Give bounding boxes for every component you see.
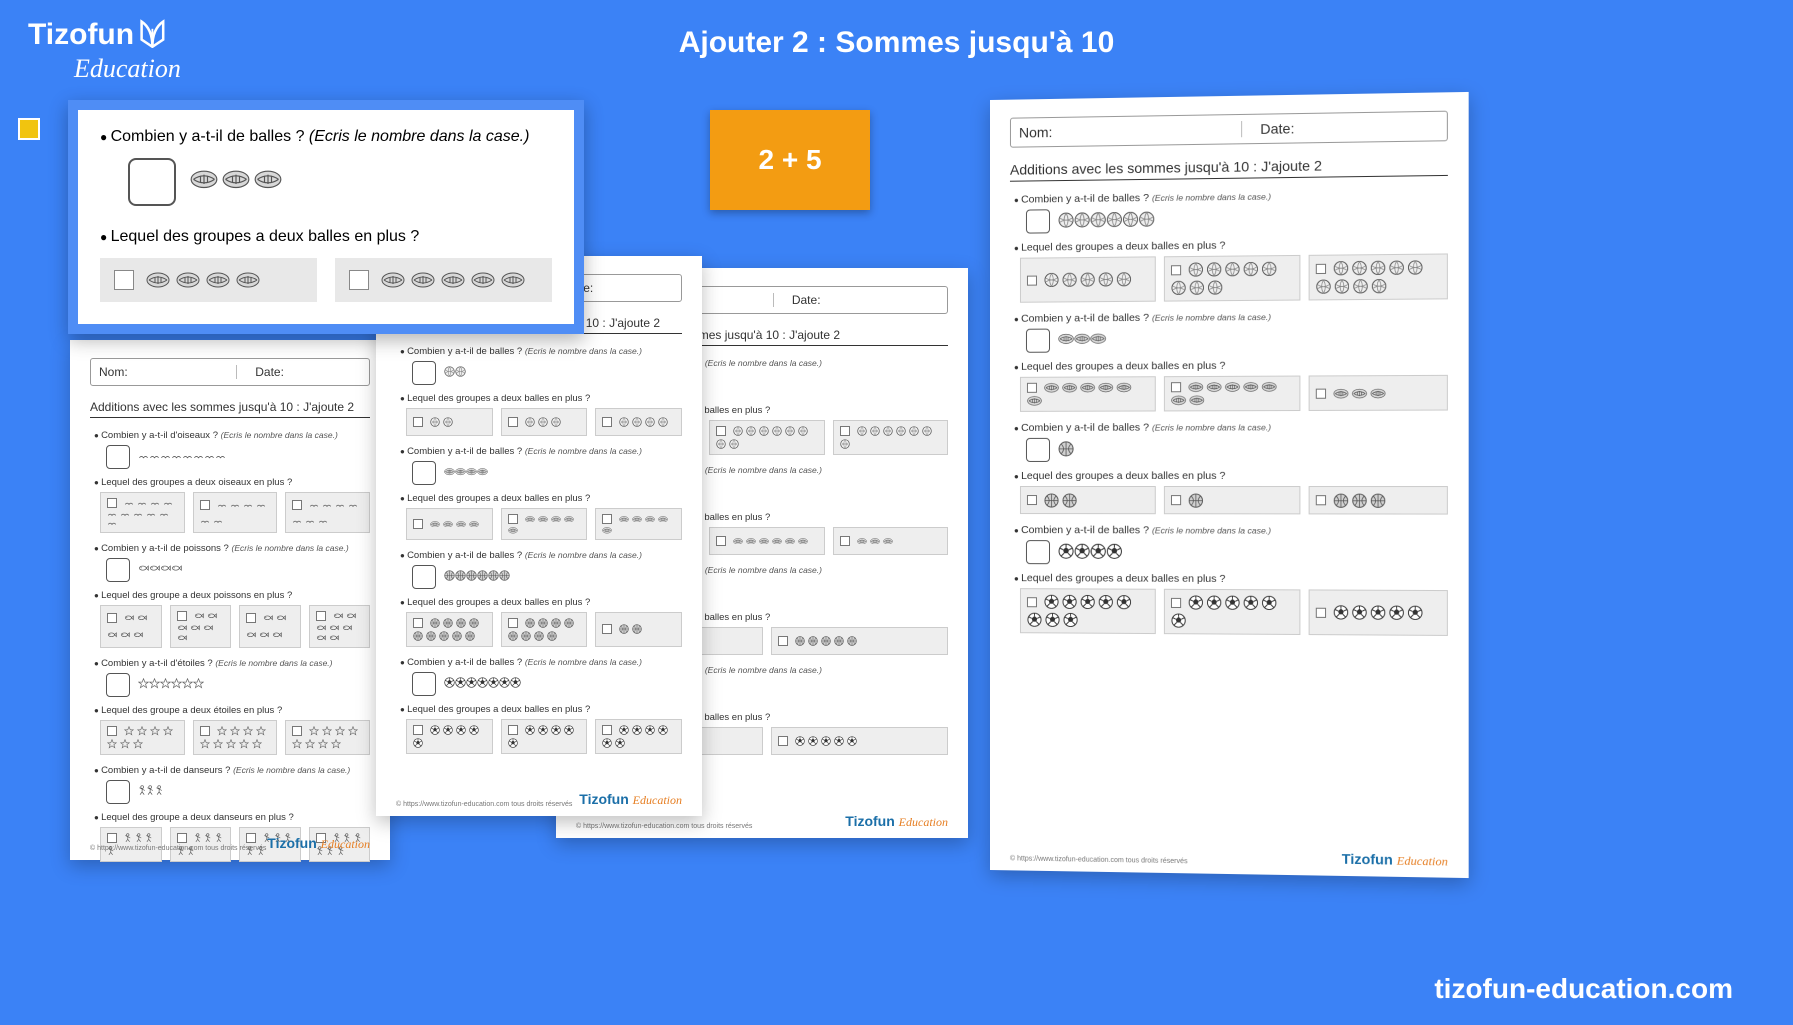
callout-groups (100, 258, 552, 302)
equation-card: 2 + 5 (710, 110, 870, 210)
callout-q1: Combien y a-t-il de balles ? (Ecris le n… (100, 128, 552, 146)
worksheet-2: Nom: Date: Additions avec les sommes jus… (376, 256, 702, 816)
brand-name: Tizofun (28, 18, 134, 51)
callout-q2: Lequel des groupes a deux balles en plus… (100, 228, 552, 246)
page-title: Ajouter 2 : Sommes jusqu'à 10 (679, 26, 1115, 60)
brand-sub: Education (74, 55, 181, 82)
site-url: tizofun-education.com (1434, 973, 1733, 1005)
answer-box[interactable] (128, 158, 176, 206)
yellow-marker (18, 118, 40, 140)
worksheet-4: Nom: Date: Additions avec les sommes jus… (990, 92, 1469, 878)
football-icons (190, 170, 286, 194)
zoom-callout: Combien y a-t-il de balles ? (Ecris le n… (68, 100, 584, 334)
brand-logo: Tizofun Education (28, 18, 181, 82)
worksheet-1: Nom: Date: Additions avec les sommes jus… (70, 340, 390, 860)
